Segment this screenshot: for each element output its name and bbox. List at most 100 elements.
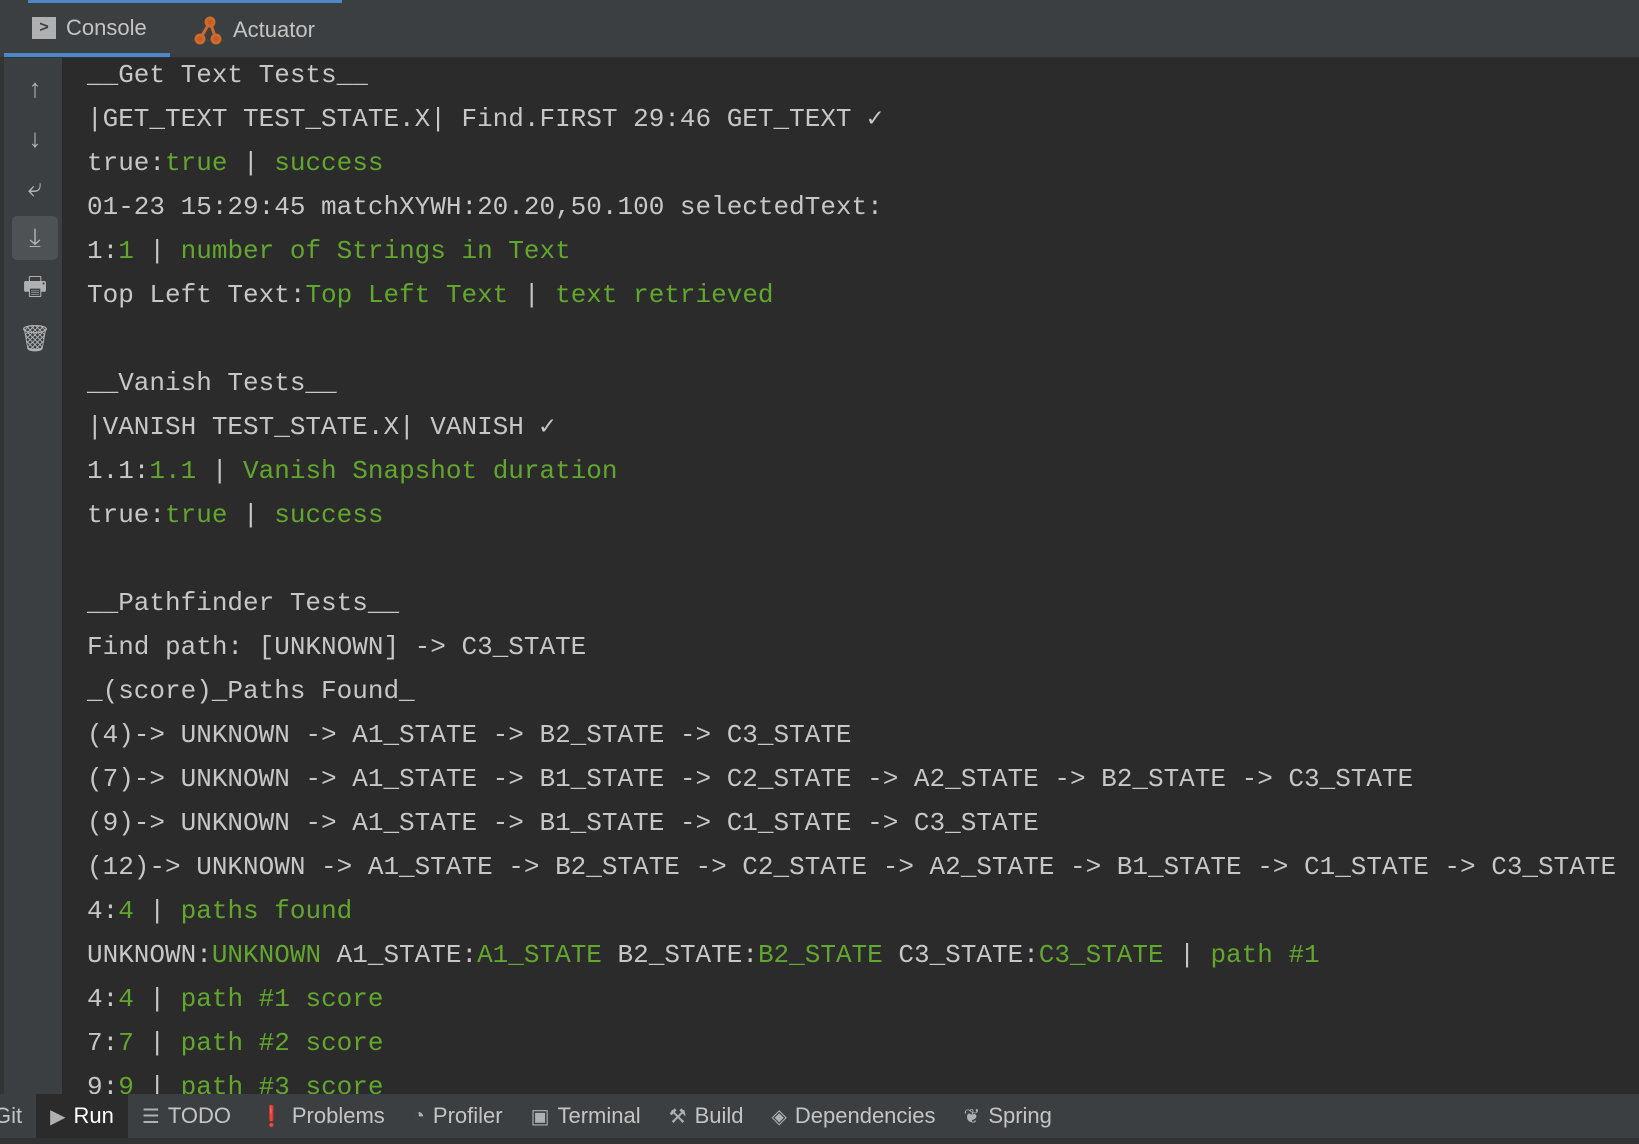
tab-console[interactable]: > Console bbox=[4, 3, 170, 57]
log-text: |VANISH TEST_STATE.X| VANISH ✓ bbox=[87, 412, 556, 442]
console-line: 7:7 | path #2 score bbox=[87, 1021, 1616, 1065]
run-icon: ▶ bbox=[50, 1105, 66, 1128]
tool-tab-label: Build bbox=[694, 1103, 744, 1128]
console-line: 4:4 | paths found bbox=[87, 889, 1616, 933]
log-text: | bbox=[133, 1028, 181, 1058]
console-output[interactable]: __Get Text Tests__ |GET_TEXT TEST_STATE.X… bbox=[87, 53, 1616, 1109]
log-text: true: bbox=[87, 148, 166, 178]
scroll-to-end-button[interactable]: ⤓ bbox=[12, 216, 58, 260]
console-line: (12)-> UNKNOWN -> A1_STATE -> B2_STATE -… bbox=[87, 845, 1616, 889]
soft-wrap-icon: ⤶ bbox=[27, 172, 43, 202]
log-text: 4: bbox=[87, 984, 119, 1014]
log-value: success bbox=[274, 500, 384, 530]
tool-tab-todo[interactable]: ☰ TODO bbox=[128, 1094, 245, 1138]
console-line: __Get Text Tests__ bbox=[87, 53, 1616, 97]
console-toolbar: ↑ ↓ ⤶ ⤓ 🖶 🗑 bbox=[0, 58, 62, 1094]
log-text: Find path: [UNKNOWN] -> C3_STATE bbox=[87, 632, 587, 662]
problems-icon: ❗ bbox=[258, 1105, 284, 1128]
tab-actuator[interactable]: Actuator bbox=[193, 3, 315, 57]
tool-tab-label: Dependencies bbox=[794, 1103, 936, 1128]
console-line: |GET_TEXT TEST_STATE.X| Find.FIRST 29:46… bbox=[87, 97, 1616, 141]
tool-tab-profiler[interactable]: ◔ Profiler bbox=[399, 1094, 517, 1138]
log-text: | bbox=[227, 148, 275, 178]
log-text: (4)-> UNKNOWN -> A1_STATE -> B2_STATE ->… bbox=[87, 720, 852, 750]
log-value: Vanish Snapshot duration bbox=[243, 456, 618, 486]
log-text: _(score)_Paths Found_ bbox=[87, 676, 415, 706]
console-icon: > bbox=[32, 17, 56, 39]
log-value: paths found bbox=[180, 896, 353, 926]
log-text: | bbox=[1163, 940, 1211, 970]
log-value: path #2 score bbox=[180, 1028, 384, 1058]
log-value: B2_STATE bbox=[757, 940, 883, 970]
console-line: _(score)_Paths Found_ bbox=[87, 669, 1616, 713]
bottom-tool-bar: Git ▶ Run ☰ TODO ❗ Problems ◔ Profiler ▣ Terminal ⚒… bbox=[0, 1094, 1639, 1138]
tab-label: Console bbox=[66, 15, 147, 40]
log-value: Top Left Text bbox=[305, 280, 509, 310]
log-value: A1_STATE bbox=[477, 940, 602, 970]
console-line: 1.1:1.1 | Vanish Snapshot duration bbox=[87, 449, 1616, 493]
log-value: 7 bbox=[118, 1028, 134, 1058]
tool-tab-label: Terminal bbox=[557, 1103, 641, 1128]
print-icon: 🖶 bbox=[22, 271, 48, 301]
tool-tab-git[interactable]: Git bbox=[0, 1094, 36, 1138]
scroll-down-button[interactable]: ↓ bbox=[12, 116, 58, 160]
tool-tab-label: Spring bbox=[988, 1103, 1052, 1128]
log-text: 7: bbox=[87, 1028, 119, 1058]
log-text: | bbox=[196, 456, 244, 486]
log-text: __Get Text Tests__ bbox=[87, 60, 368, 90]
log-value: number of Strings in Text bbox=[180, 236, 571, 266]
tool-tab-label: Run bbox=[73, 1103, 114, 1128]
tool-tab-terminal[interactable]: ▣ Terminal bbox=[517, 1094, 655, 1138]
log-text: | bbox=[133, 896, 181, 926]
log-value: text retrieved bbox=[555, 280, 774, 310]
log-text: __Vanish Tests__ bbox=[87, 368, 337, 398]
log-text: 1.1: bbox=[87, 456, 150, 486]
tool-tab-run[interactable]: ▶ Run bbox=[36, 1094, 128, 1138]
log-text: UNKNOWN: bbox=[87, 940, 212, 970]
tool-tab-label: TODO bbox=[167, 1103, 231, 1128]
log-text: 4: bbox=[87, 896, 119, 926]
tool-tab-label: Problems bbox=[291, 1103, 385, 1128]
tool-window-header: > Console Actuator bbox=[0, 0, 1639, 58]
log-value: 4 bbox=[118, 984, 134, 1014]
log-value: true bbox=[165, 148, 228, 178]
print-button[interactable]: 🖶 bbox=[12, 268, 58, 312]
tool-tab-dependencies[interactable]: ◈ Dependencies bbox=[757, 1094, 949, 1138]
console-line: __Pathfinder Tests__ bbox=[87, 581, 1616, 625]
tool-tab-problems[interactable]: ❗ Problems bbox=[245, 1094, 399, 1138]
log-value: UNKNOWN bbox=[211, 940, 322, 970]
tool-tab-build[interactable]: ⚒ Build bbox=[655, 1094, 758, 1138]
log-text: (12)-> UNKNOWN -> A1_STATE -> B2_STATE -… bbox=[87, 852, 1617, 882]
tool-tab-spring[interactable]: ❦ Spring bbox=[950, 1094, 1066, 1138]
soft-wrap-button[interactable]: ⤶ bbox=[12, 166, 58, 210]
log-text: true: bbox=[87, 500, 166, 530]
trash-button[interactable]: 🗑 bbox=[12, 316, 58, 360]
console-line: (9)-> UNKNOWN -> A1_STATE -> B1_STATE ->… bbox=[87, 801, 1616, 845]
spring-leaf-icon: ❦ bbox=[963, 1105, 981, 1128]
log-value: true bbox=[165, 500, 228, 530]
tab-label: Actuator bbox=[233, 17, 315, 42]
console-line: Top Left Text:Top Left Text | text retri… bbox=[87, 273, 1616, 317]
log-value: C3_STATE bbox=[1038, 940, 1164, 970]
log-text: __Pathfinder Tests__ bbox=[87, 588, 400, 618]
log-text: A1_STATE: bbox=[321, 940, 478, 970]
console-line: 01-23 15:29:45 matchXYWH:20.20,50.100 se… bbox=[87, 185, 1616, 229]
actuator-icon bbox=[194, 16, 222, 45]
scroll-down-icon: ↓ bbox=[28, 122, 42, 153]
log-text: 01-23 15:29:45 matchXYWH:20.20,50.100 se… bbox=[87, 192, 883, 222]
console-line: true:true | success bbox=[87, 493, 1616, 537]
log-text: Top Left Text: bbox=[87, 280, 306, 310]
console-line: |VANISH TEST_STATE.X| VANISH ✓ bbox=[87, 405, 1616, 449]
log-text: | bbox=[133, 236, 181, 266]
scroll-up-button[interactable]: ↑ bbox=[12, 66, 58, 110]
console-line: 1:1 | number of Strings in Text bbox=[87, 229, 1616, 273]
console-line: true:true | success bbox=[87, 141, 1616, 185]
tool-tab-label: Git bbox=[0, 1103, 23, 1128]
log-text: (9)-> UNKNOWN -> A1_STATE -> B1_STATE ->… bbox=[87, 808, 1039, 838]
log-value: success bbox=[274, 148, 384, 178]
log-text: | bbox=[227, 500, 275, 530]
trash-icon: 🗑 bbox=[18, 322, 52, 353]
log-value: 1.1 bbox=[149, 456, 197, 486]
build-hammer-icon: ⚒ bbox=[668, 1105, 687, 1128]
